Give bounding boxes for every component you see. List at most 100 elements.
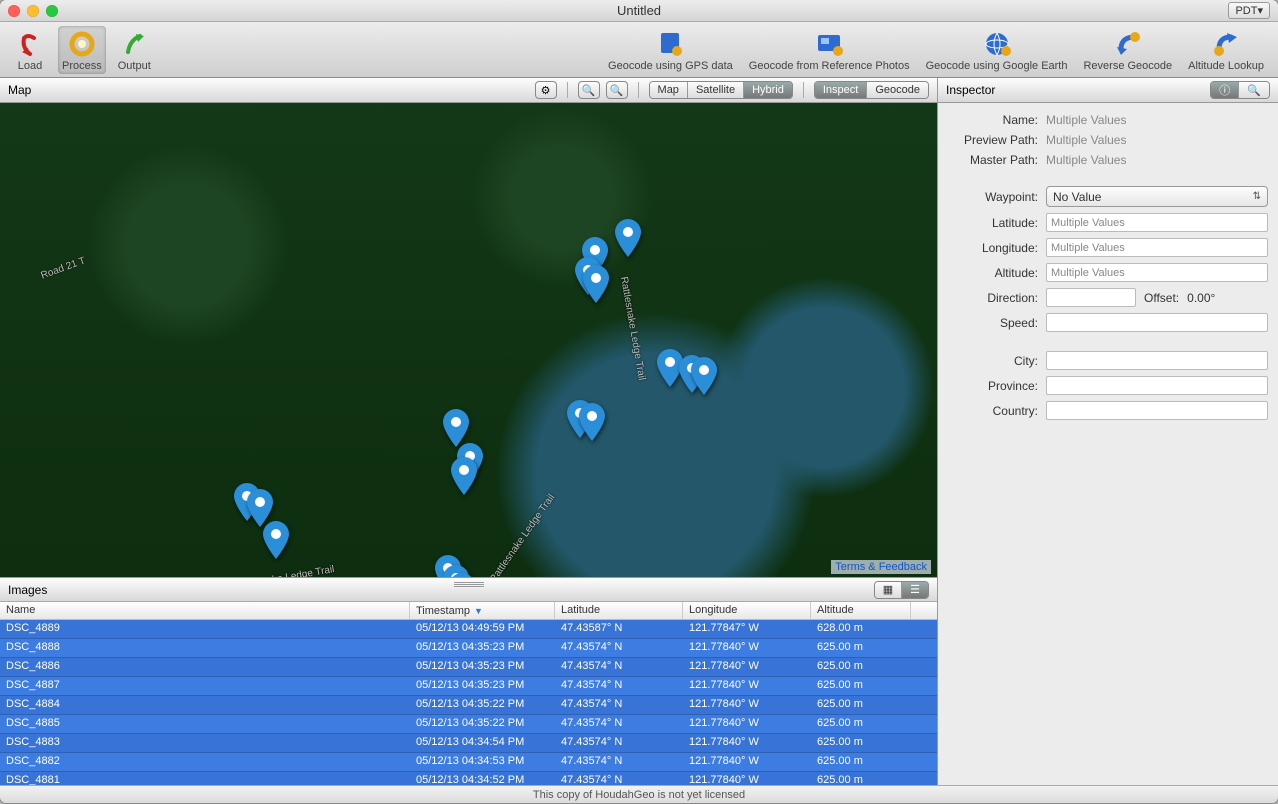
geocode-gps-label: Geocode using GPS data (608, 60, 733, 72)
list-icon: ☰ (910, 584, 920, 596)
col-altitude[interactable]: Altitude (811, 602, 911, 619)
col-timestamp[interactable]: Timestamp▼ (410, 602, 555, 619)
trail-label: Rattlesnake Ledge Trail (230, 564, 335, 577)
list-view-button[interactable]: ☰ (902, 582, 928, 598)
license-footer: This copy of HoudahGeo is not yet licens… (0, 785, 1278, 803)
altitude-label: Altitude Lookup (1188, 60, 1264, 72)
grid-view-button[interactable]: ▦ (875, 582, 902, 598)
longitude-field[interactable]: Multiple Values (1046, 238, 1268, 257)
map-type-map[interactable]: Map (650, 82, 688, 98)
map-pin[interactable] (691, 357, 717, 395)
table-body: DSC_488905/12/13 04:49:59 PM47.43587° N1… (0, 620, 937, 785)
map-type-segment: Map Satellite Hybrid (649, 81, 793, 99)
speed-field[interactable] (1046, 313, 1268, 332)
titlebar: Untitled PDT▾ (0, 0, 1278, 22)
col-latitude[interactable]: Latitude (555, 602, 683, 619)
master-path-label: Master Path: (948, 153, 1038, 167)
direction-field[interactable] (1046, 288, 1136, 307)
latitude-field[interactable]: Multiple Values (1046, 213, 1268, 232)
zoom-in-button[interactable]: 🔍 (578, 81, 600, 99)
gps-icon (655, 28, 685, 60)
terms-link[interactable]: Terms & Feedback (831, 560, 931, 574)
images-pane-title: Images (8, 583, 47, 597)
altitude-icon (1211, 28, 1241, 60)
view-toggle: ▦ ☰ (874, 581, 929, 599)
main-toolbar: Load Process Output Geocode using GPS da… (0, 22, 1278, 78)
geocode-ref-button[interactable]: Geocode from Reference Photos (745, 26, 914, 74)
zoom-out-button[interactable]: 🔍 (606, 81, 628, 99)
table-header: Name Timestamp▼ Latitude Longitude Altit… (0, 602, 937, 620)
name-label: Name: (948, 113, 1038, 127)
inspector-pane: Inspector ⓘ 🔍 Name: Multiple Values Previ… (938, 78, 1278, 785)
ref-photo-icon (814, 28, 844, 60)
trail-label: Rattlesnake Ledge Trail (618, 276, 647, 381)
table-row[interactable]: DSC_488705/12/13 04:35:23 PM47.43574° N1… (0, 677, 937, 696)
search-icon: 🔍 (1247, 85, 1261, 97)
info-icon: ⓘ (1219, 85, 1230, 97)
preview-path-value: Multiple Values (1046, 133, 1126, 147)
map-pin[interactable] (583, 265, 609, 303)
country-field[interactable] (1046, 401, 1268, 420)
inspector-info-button[interactable]: ⓘ (1211, 82, 1239, 98)
master-path-value: Multiple Values (1046, 153, 1126, 167)
zoom-in-icon: 🔍 (582, 84, 596, 97)
zoom-out-icon: 🔍 (610, 84, 624, 97)
altitude-field[interactable]: Multiple Values (1046, 263, 1268, 282)
city-label: City: (948, 354, 1038, 368)
inspector-search-button[interactable]: 🔍 (1239, 82, 1269, 98)
map-mode-geocode[interactable]: Geocode (867, 82, 928, 98)
images-pane-header: Images ▦ ☰ (0, 577, 937, 602)
map-pin[interactable] (263, 521, 289, 559)
map-pin[interactable] (615, 219, 641, 257)
grid-icon: ▦ (883, 584, 893, 596)
city-field[interactable] (1046, 351, 1268, 370)
province-field[interactable] (1046, 376, 1268, 395)
output-icon (120, 28, 148, 60)
table-row[interactable]: DSC_488605/12/13 04:35:23 PM47.43574° N1… (0, 658, 937, 677)
map-settings-button[interactable]: ⚙ (535, 81, 557, 99)
table-row[interactable]: DSC_488205/12/13 04:34:53 PM47.43574° N1… (0, 753, 937, 772)
divider (803, 82, 804, 98)
map-pane-header: Map ⚙ 🔍 🔍 Map Satellite Hybrid Inspect G… (0, 78, 937, 103)
country-label: Country: (948, 404, 1038, 418)
speed-label: Speed: (948, 316, 1038, 330)
table-row[interactable]: DSC_488305/12/13 04:34:54 PM47.43574° N1… (0, 734, 937, 753)
reverse-icon (1113, 28, 1143, 60)
offset-label: Offset: (1144, 291, 1179, 305)
road-label: Road 21 T (40, 255, 87, 281)
map-pin[interactable] (443, 409, 469, 447)
geocode-earth-button[interactable]: Geocode using Google Earth (922, 26, 1072, 74)
map-type-hybrid[interactable]: Hybrid (744, 82, 792, 98)
altitude-lookup-button[interactable]: Altitude Lookup (1184, 26, 1268, 74)
col-name[interactable]: Name (0, 602, 410, 619)
geocode-ref-label: Geocode from Reference Photos (749, 60, 910, 72)
map-mode-inspect[interactable]: Inspect (815, 82, 867, 98)
map-mode-segment: Inspect Geocode (814, 81, 929, 99)
output-button[interactable]: Output (114, 26, 155, 74)
table-row[interactable]: DSC_488905/12/13 04:49:59 PM47.43587° N1… (0, 620, 937, 639)
load-button[interactable]: Load (10, 26, 50, 74)
output-label: Output (118, 60, 151, 72)
waypoint-select[interactable]: No Value (1046, 186, 1268, 207)
process-label: Process (62, 60, 102, 72)
inspector-title: Inspector (946, 83, 995, 97)
sort-indicator-icon: ▼ (474, 606, 483, 616)
table-row[interactable]: DSC_488805/12/13 04:35:23 PM47.43574° N1… (0, 639, 937, 658)
gear-icon: ⚙ (541, 84, 551, 97)
reverse-geocode-button[interactable]: Reverse Geocode (1079, 26, 1176, 74)
map-type-satellite[interactable]: Satellite (688, 82, 744, 98)
table-row[interactable]: DSC_488505/12/13 04:35:22 PM47.43574° N1… (0, 715, 937, 734)
table-row[interactable]: DSC_488105/12/13 04:34:52 PM47.43574° N1… (0, 772, 937, 785)
table-row[interactable]: DSC_488405/12/13 04:35:22 PM47.43574° N1… (0, 696, 937, 715)
reverse-label: Reverse Geocode (1083, 60, 1172, 72)
map-pin[interactable] (579, 403, 605, 441)
preview-path-label: Preview Path: (948, 133, 1038, 147)
inspector-header: Inspector ⓘ 🔍 (938, 78, 1278, 103)
direction-label: Direction: (948, 291, 1038, 305)
col-longitude[interactable]: Longitude (683, 602, 811, 619)
map-pin[interactable] (451, 457, 477, 495)
geocode-gps-button[interactable]: Geocode using GPS data (604, 26, 737, 74)
drag-handle-icon[interactable] (454, 582, 484, 587)
process-button[interactable]: Process (58, 26, 106, 74)
map-view[interactable]: Road 21 T Rattlesnake Ledge Trail Rattle… (0, 103, 937, 577)
